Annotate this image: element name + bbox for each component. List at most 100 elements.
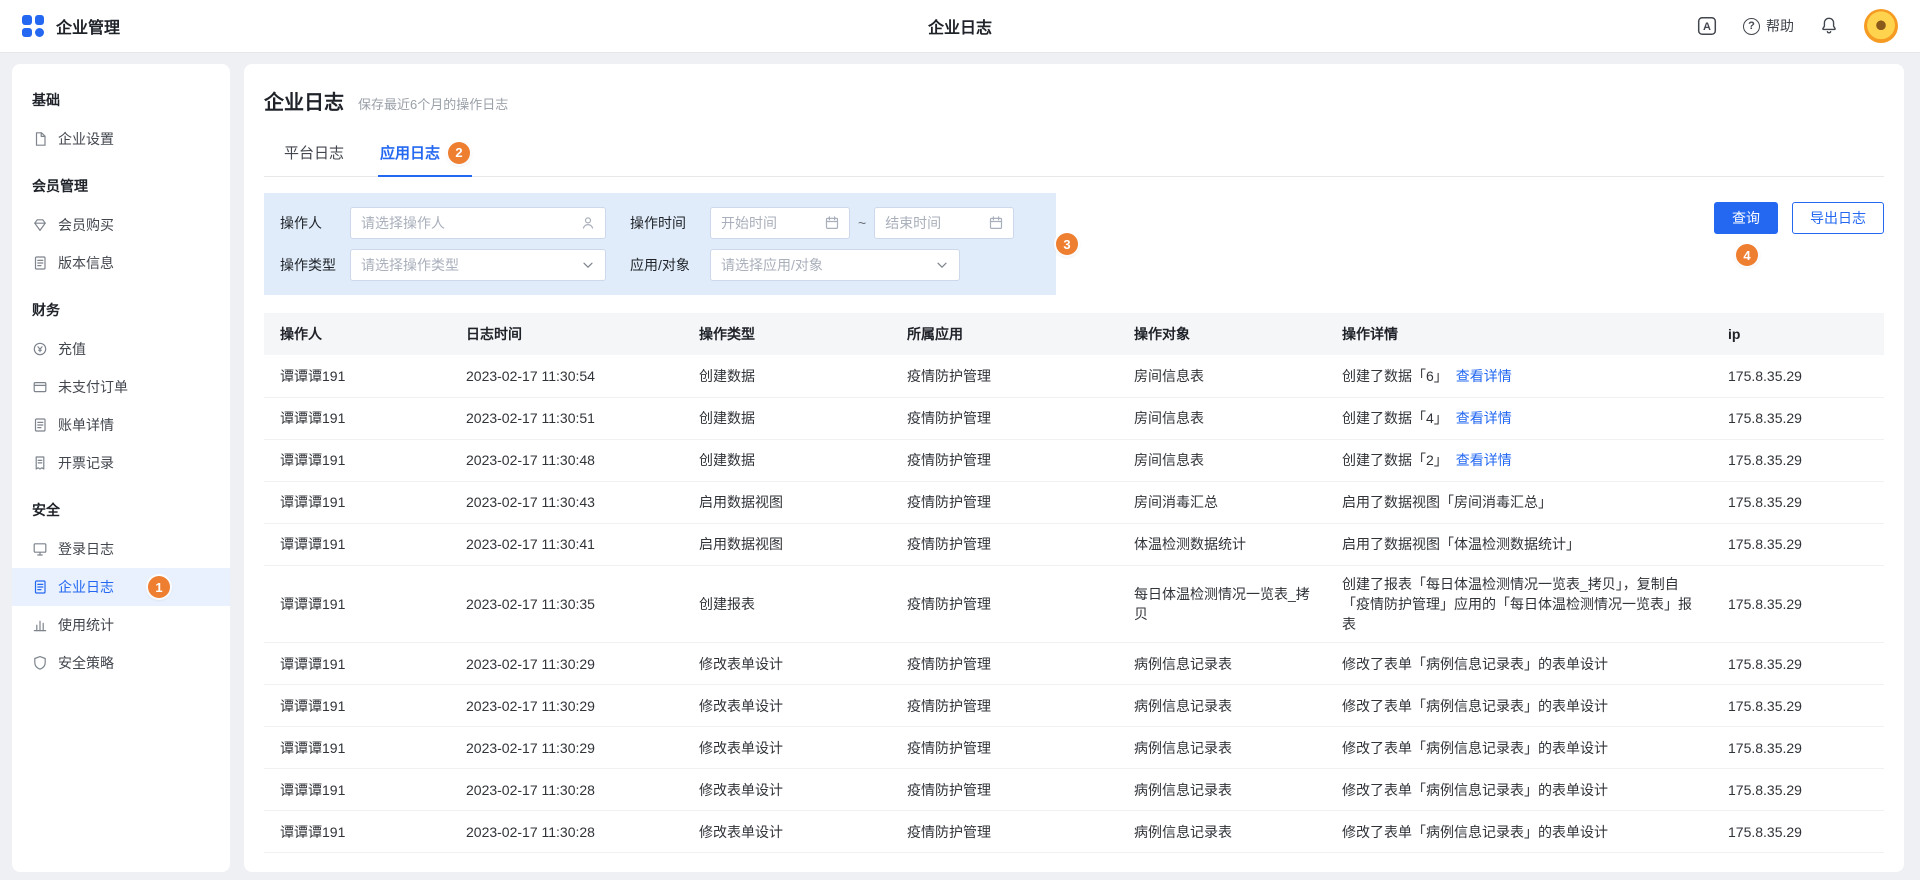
view-detail-link[interactable]: 查看详情 (1456, 452, 1512, 468)
app-grid-logo-icon[interactable] (22, 15, 44, 37)
cell-log-time: 2023-02-17 11:30:29 (454, 727, 687, 769)
cell-detail: 创建了数据「2」查看详情 (1330, 439, 1716, 481)
cell-log-time: 2023-02-17 11:30:43 (454, 481, 687, 523)
sidebar-item-label: 登录日志 (58, 539, 114, 559)
cell-operator: 谭谭谭191 (264, 397, 454, 439)
cell-target: 体温检测数据统计 (1122, 523, 1330, 565)
cell-app: 疫情防护管理 (895, 439, 1122, 481)
cell-operator: 谭谭谭191 (264, 769, 454, 811)
cell-app: 疫情防护管理 (895, 523, 1122, 565)
cell-detail: 修改了表单「病例信息记录表」的表单设计 (1330, 643, 1716, 685)
translate-icon[interactable]: A (1695, 14, 1719, 38)
sidebar-item-member-purchase[interactable]: 会员购买 (12, 206, 230, 244)
target-select-input[interactable] (721, 257, 928, 273)
cell-ip: 175.8.35.29 (1716, 727, 1884, 769)
end-time-wrap (874, 207, 1014, 239)
cell-app: 疫情防护管理 (895, 643, 1122, 685)
cell-operation-type: 创建报表 (687, 565, 895, 643)
header-right: A ? 帮助 (1695, 9, 1898, 43)
page-head: 企业日志 保存最近6个月的操作日志 (264, 86, 1884, 115)
view-detail-link[interactable]: 查看详情 (1456, 410, 1512, 426)
operator-label: 操作人 (280, 213, 350, 233)
doc-icon (32, 131, 48, 147)
question-icon: ? (1743, 18, 1760, 35)
cell-ip: 175.8.35.29 (1716, 481, 1884, 523)
cell-log-time: 2023-02-17 11:30:35 (454, 565, 687, 643)
sidebar-item-login-logs[interactable]: 登录日志 (12, 530, 230, 568)
shield-icon (32, 655, 48, 671)
cell-detail: 修改了表单「病例信息记录表」的表单设计 (1330, 685, 1716, 727)
receipt-icon (32, 455, 48, 471)
sidebar-item-security-policy[interactable]: 安全策略 (12, 644, 230, 682)
sidebar-item-enterprise-logs[interactable]: 企业日志1 (12, 568, 230, 606)
table-header-row: 操作人日志时间操作类型所属应用操作对象操作详情ip (264, 313, 1884, 355)
col-header-detail: 操作详情 (1330, 313, 1716, 355)
start-time-input[interactable] (721, 215, 818, 231)
user-avatar[interactable] (1864, 9, 1898, 43)
table-row: 谭谭谭1912023-02-17 11:30:48创建数据疫情防护管理房间信息表… (264, 439, 1884, 481)
view-detail-link[interactable]: 查看详情 (1456, 368, 1512, 384)
table-row: 谭谭谭1912023-02-17 11:30:41启用数据视图疫情防护管理体温检… (264, 523, 1884, 565)
cell-target: 病例信息记录表 (1122, 643, 1330, 685)
help-button[interactable]: ? 帮助 (1743, 16, 1794, 36)
tab-app-log[interactable]: 应用日志 2 (378, 133, 472, 176)
cell-target: 房间信息表 (1122, 355, 1330, 397)
sidebar-item-usage-stats[interactable]: 使用统计 (12, 606, 230, 644)
detail-text: 修改了表单「病例信息记录表」的表单设计 (1342, 740, 1608, 756)
type-select-input[interactable] (361, 257, 574, 273)
cell-app: 疫情防护管理 (895, 727, 1122, 769)
cell-detail: 启用了数据视图「房间消毒汇总」 (1330, 481, 1716, 523)
detail-text: 修改了表单「病例信息记录表」的表单设计 (1342, 824, 1608, 840)
cell-operator: 谭谭谭191 (264, 523, 454, 565)
cell-detail: 创建了数据「4」查看详情 (1330, 397, 1716, 439)
cell-log-time: 2023-02-17 11:30:54 (454, 355, 687, 397)
sidebar-nav: 基础企业设置会员管理会员购买版本信息财务充值未支付订单账单详情开票记录安全登录日… (12, 64, 230, 872)
cell-target: 房间信息表 (1122, 397, 1330, 439)
gem-icon (32, 217, 48, 233)
cell-operation-type: 修改表单设计 (687, 643, 895, 685)
sidebar-item-invoice-records[interactable]: 开票记录 (12, 444, 230, 482)
calendar-icon (824, 215, 840, 231)
table-row: 谭谭谭1912023-02-17 11:30:28修改表单设计疫情防护管理病例信… (264, 769, 1884, 811)
header-page-title: 企业日志 (928, 14, 992, 38)
target-select[interactable] (710, 249, 960, 281)
operator-input[interactable] (361, 215, 574, 231)
start-time-wrap (710, 207, 850, 239)
sidebar-item-enterprise-settings[interactable]: 企业设置 (12, 120, 230, 158)
cell-detail: 创建了数据「6」查看详情 (1330, 355, 1716, 397)
cell-detail: 修改了表单「病例信息记录表」的表单设计 (1330, 811, 1716, 853)
doclines-icon (32, 417, 48, 433)
sidebar-item-label: 未支付订单 (58, 377, 128, 397)
export-log-button[interactable]: 导出日志 (1792, 202, 1884, 234)
tab-label: 平台日志 (284, 142, 344, 163)
cell-ip: 175.8.35.29 (1716, 439, 1884, 481)
detail-text: 启用了数据视图「体温检测数据统计」 (1342, 536, 1580, 552)
filter-row-2: 操作类型 应用/对象 (280, 249, 1040, 281)
query-button[interactable]: 查询 (1714, 202, 1778, 234)
sidebar-item-recharge[interactable]: 充值 (12, 330, 230, 368)
step-badge-1: 1 (148, 576, 170, 598)
cell-operation-type: 修改表单设计 (687, 685, 895, 727)
calendar-icon (988, 215, 1004, 231)
detail-text: 创建了报表「每日体温检测情况一览表_拷贝」，复制自「疫情防护管理」应用的「每日体… (1342, 576, 1692, 633)
detail-text: 创建了数据「2」 (1342, 452, 1448, 468)
detail-text: 修改了表单「病例信息记录表」的表单设计 (1342, 782, 1608, 798)
sidebar-item-version-info[interactable]: 版本信息 (12, 244, 230, 282)
cell-ip: 175.8.35.29 (1716, 523, 1884, 565)
end-time-input[interactable] (885, 215, 982, 231)
tab-platform-log[interactable]: 平台日志 (282, 133, 346, 176)
cell-ip: 175.8.35.29 (1716, 685, 1884, 727)
cell-operator: 谭谭谭191 (264, 439, 454, 481)
sidebar-item-unpaid-orders[interactable]: 未支付订单 (12, 368, 230, 406)
cell-operation-type: 修改表单设计 (687, 727, 895, 769)
sidebar-item-bill-details[interactable]: 账单详情 (12, 406, 230, 444)
notification-bell-icon[interactable] (1818, 15, 1840, 37)
sidebar-item-label: 安全策略 (58, 653, 114, 673)
cell-detail: 修改了表单「病例信息记录表」的表单设计 (1330, 727, 1716, 769)
time-range-separator: ~ (858, 215, 866, 231)
type-select[interactable] (350, 249, 606, 281)
cell-operator: 谭谭谭191 (264, 811, 454, 853)
detail-text: 修改了表单「病例信息记录表」的表单设计 (1342, 656, 1608, 672)
cell-detail: 创建了报表「每日体温检测情况一览表_拷贝」，复制自「疫情防护管理」应用的「每日体… (1330, 565, 1716, 643)
app-title: 企业管理 (56, 14, 120, 38)
